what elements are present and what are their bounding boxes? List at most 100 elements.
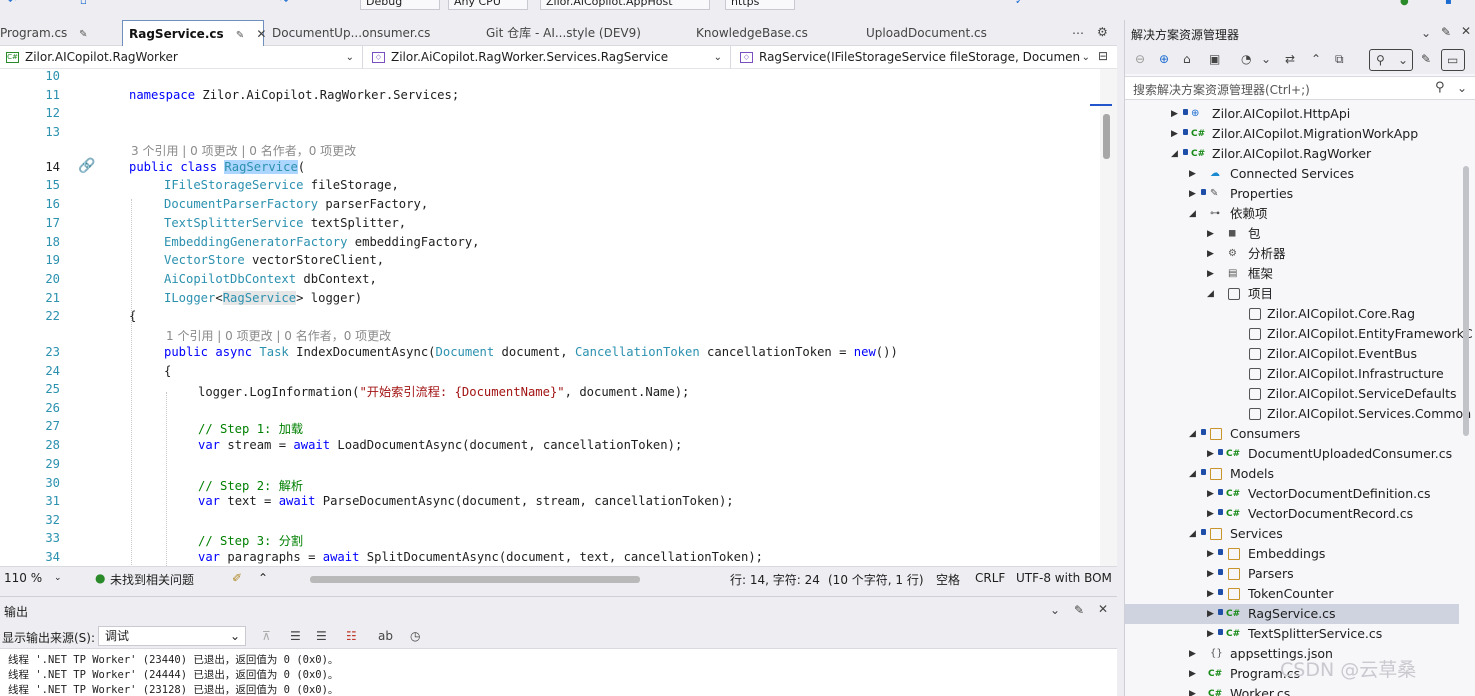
tree-item-projects[interactable]: ◢ 项目 [1125,284,1465,304]
home-icon[interactable]: ⌂ [1183,52,1191,66]
link-icon[interactable]: 🔗 [78,158,95,174]
gear-icon[interactable]: ⚙ [1097,25,1108,39]
close-icon[interactable]: ✕ [256,27,266,41]
collapse-icon[interactable]: ◢ [1189,204,1199,224]
collapse-icon[interactable]: ◢ [1189,464,1199,484]
close-icon[interactable]: ✕ [1461,24,1471,38]
line-ending[interactable]: CRLF [975,571,1005,585]
tab-ragservice-cs[interactable]: RagService.cs ✎ ✕ [122,20,266,46]
next-message-icon[interactable]: ☰ [316,629,327,643]
member-selector[interactable]: ◇ RagService(IFileStorageService fileStor… [740,48,1090,67]
tree-item-ref-services-common[interactable]: Zilor.AICopilot.Services.Common [1125,404,1471,424]
check-icon[interactable]: ✓ [1015,0,1027,7]
expand-icon[interactable]: ▶ [1189,644,1199,664]
expand-icon[interactable]: ▶ [1171,124,1181,144]
expand-icon[interactable]: ▶ [1207,564,1217,584]
tree-item-dependencies[interactable]: ◢ ⊶ 依赖项 [1125,204,1465,224]
copilot-icon[interactable]: ● [1400,0,1412,7]
collapse-icon[interactable]: ◢ [1189,524,1199,544]
collapse-icon[interactable]: ◢ [1189,424,1199,444]
tree-item-migrationworkapp[interactable]: ▶ C# Zilor.AICopilot.MigrationWorkApp [1125,124,1465,144]
tree-item-embeddings[interactable]: ▶ Embeddings [1125,544,1465,564]
expand-icon[interactable]: ▶ [1207,244,1217,264]
solution-search-box[interactable]: 搜索解决方案资源管理器(Ctrl+;) ⚲ ⌄ [1125,76,1475,100]
tree-item-analyzers[interactable]: ▶ ⚙ 分析器 [1125,244,1465,264]
expand-icon[interactable]: ▶ [1207,624,1217,644]
scrollbar-thumb[interactable] [1103,114,1110,159]
zoom-level[interactable]: 110 % [4,571,42,585]
issues-status[interactable]: 未找到相关问题 [110,571,194,588]
tab-uploaddocument[interactable]: UploadDocument.cs [866,20,987,46]
chevron-down-icon[interactable]: ⌄ [1421,26,1431,40]
back-icon[interactable]: ⊖ [1135,52,1145,66]
prev-message-icon[interactable]: ☰ [290,629,301,643]
tab-git-repo[interactable]: Git 仓库 - AI...style (DEV9) [486,20,641,46]
clear-all-icon[interactable]: ☷ [346,629,357,643]
pin-icon[interactable]: ✎ [1441,25,1451,39]
platform-dropdown[interactable]: Any CPU [448,0,528,10]
expand-icon[interactable]: ▶ [1189,684,1199,696]
pending-changes-icon[interactable]: ◔ [1241,52,1251,66]
tree-item-vectordocumentrecord[interactable]: ▶ C# VectorDocumentRecord.cs [1125,504,1465,524]
tree-item-vectordocumentdefinition[interactable]: ▶ C# VectorDocumentDefinition.cs [1125,484,1465,504]
expand-icon[interactable]: ▶ [1189,664,1199,684]
code-area[interactable]: 10 11 12 13 14 15 16 17 18 19 20 21 22 2… [0,69,1100,566]
tree-item-ref-efcore[interactable]: Zilor.AICopilot.EntityFrameworkC [1125,324,1473,344]
tree-item-models[interactable]: ◢ Models [1125,464,1465,484]
expand-icon[interactable]: ▶ [1207,604,1217,624]
chevron-down-icon[interactable]: ⌄ [1457,81,1467,95]
tab-program-cs[interactable]: Program.cs ✎ [0,20,88,46]
project-selector[interactable]: C# Zilor.AICopilot.RagWorker ⌄ [6,48,354,67]
tab-overflow-icon[interactable]: ⋯ [1072,26,1084,40]
vertical-scrollbar[interactable] [1090,69,1117,566]
tab-knowledgebase[interactable]: KnowledgeBase.cs [696,20,808,46]
expand-icon[interactable]: ▶ [1207,264,1217,284]
chevron-down-icon[interactable]: ⌄ [1261,52,1271,66]
codelens-class[interactable]: 3 个引用 | 0 项更改 | 0 名作者，0 项更改 [131,142,356,159]
filter-button[interactable]: ⚲ ⌄ [1369,49,1413,71]
preview-button[interactable]: ▭ [1441,49,1465,71]
tree-item-consumers[interactable]: ◢ Consumers [1125,424,1465,444]
find-message-icon[interactable]: ⊼ [262,629,271,643]
tree-item-properties[interactable]: ▶ ✎ Properties [1125,184,1465,204]
tree-item-ref-servicedefaults[interactable]: Zilor.AICopilot.ServiceDefaults [1125,384,1465,404]
account-icon[interactable]: ▪ [1445,0,1457,7]
expand-icon[interactable]: ▶ [1207,544,1217,564]
wrench-icon[interactable]: ✎ [1421,52,1431,66]
expand-icon[interactable]: ▶ [1207,504,1217,524]
startup-project-dropdown[interactable]: Zilor.AiCopilot.AppHost [540,0,710,10]
redo-icon[interactable]: ↷ [280,0,292,7]
tree-item-ref-core-rag[interactable]: Zilor.AICopilot.Core.Rag [1125,304,1465,324]
codelens-method[interactable]: 1 个引用 | 0 项更改 | 0 名作者，0 项更改 [166,327,391,344]
tree-item-frameworks[interactable]: ▶ ▤ 框架 [1125,264,1465,284]
tree-item-textsplitterservice[interactable]: ▶ C# TextSplitterService.cs [1125,624,1465,644]
brush-icon[interactable]: ✐ [232,571,242,585]
chevron-down-icon[interactable]: ⌄ [54,573,62,583]
whitespace-mode[interactable]: 空格 [936,571,960,588]
type-selector[interactable]: ◇ Zilor.AiCopilot.RagWorker.Services.RagS… [372,48,722,67]
tree-item-documentuploadedconsumer[interactable]: ▶ C# DocumentUploadedConsumer.cs [1125,444,1465,464]
chevron-down-icon[interactable]: ⌄ [1050,603,1060,617]
close-icon[interactable]: ✕ [1098,602,1108,616]
switch-views-icon[interactable]: ▣ [1209,52,1220,66]
expand-icon[interactable]: ▶ [1171,104,1181,124]
expand-icon[interactable]: ▶ [1207,224,1217,244]
cursor-position[interactable]: 行: 14, 字符: 24 [730,571,820,588]
tree-item-connected-services[interactable]: ▶ ☁ Connected Services [1125,164,1465,184]
expand-icon[interactable]: ▶ [1189,164,1199,184]
tree-item-tokencounter[interactable]: ▶ TokenCounter [1125,584,1465,604]
pin-icon[interactable]: ✎ [1074,603,1084,617]
tree-item-ragworker[interactable]: ◢ C# Zilor.AICopilot.RagWorker [1125,144,1465,164]
expand-icon[interactable]: ▶ [1207,444,1217,464]
sync-icon[interactable]: ⇄ [1285,52,1295,66]
config-dropdown[interactable]: Debug [360,0,440,10]
launch-profile-dropdown[interactable]: https [725,0,795,10]
solution-explorer-scrollbar-thumb[interactable] [1463,166,1469,436]
search-icon[interactable]: ⚲ [1435,80,1445,95]
collapse-all-icon[interactable]: ⌃ [1311,52,1321,66]
tree-item-parsers[interactable]: ▶ Parsers [1125,564,1465,584]
undo-icon[interactable]: ↶ [8,0,20,7]
tree-item-httpapi[interactable]: ▶ ⊕ Zilor.AICopilot.HttpApi [1125,104,1465,124]
expand-icon[interactable]: ▶ [1207,484,1217,504]
expand-icon[interactable]: ▶ [1189,184,1199,204]
